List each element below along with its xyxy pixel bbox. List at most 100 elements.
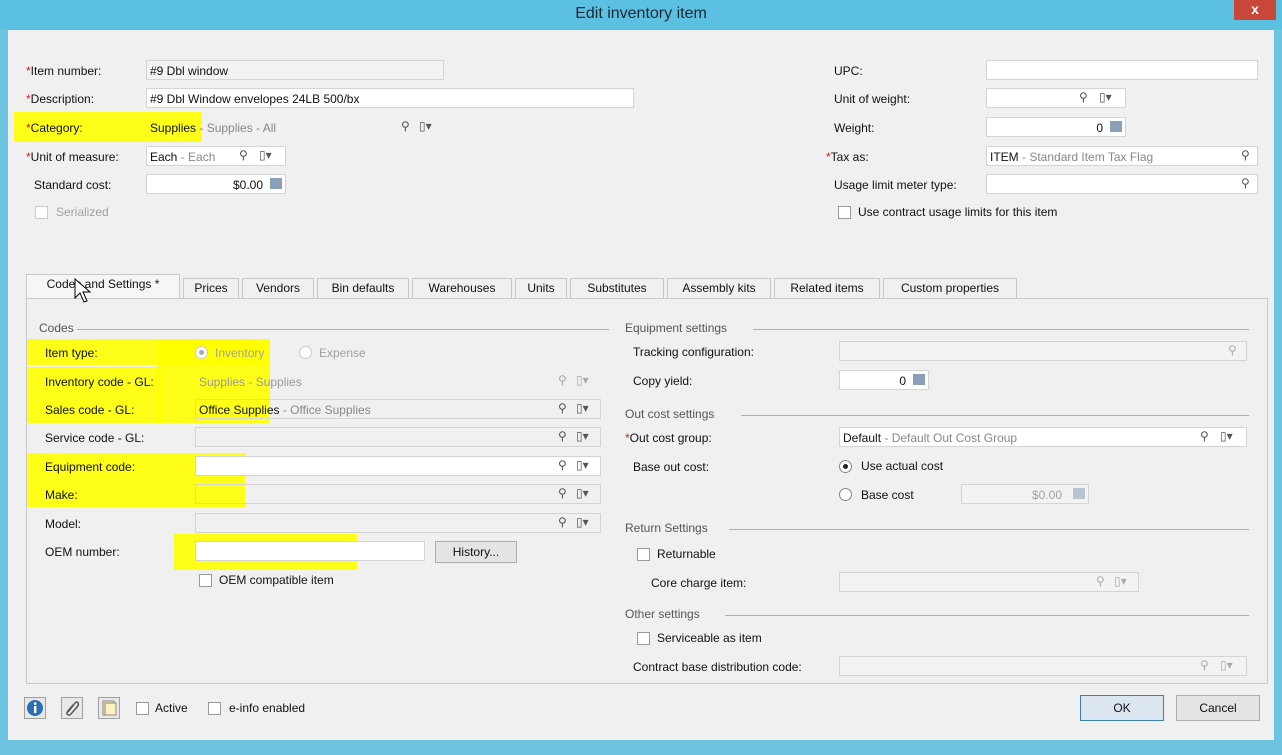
search-icon[interactable]: ⚲	[1096, 574, 1105, 588]
weight-field[interactable]: 0	[986, 117, 1126, 137]
base-out-cost-label: Base out cost:	[633, 460, 710, 474]
title-bar: Edit inventory item x	[0, 0, 1282, 30]
tab-assembly-kits[interactable]: Assembly kits	[667, 278, 771, 298]
details-icon[interactable]: ▯▾	[576, 373, 589, 387]
details-icon[interactable]: ▯▾	[1220, 658, 1233, 672]
details-icon[interactable]: ▯▾	[576, 429, 589, 443]
window-title: Edit inventory item	[575, 5, 707, 22]
search-icon[interactable]: ⚲	[1079, 90, 1088, 104]
tab-vendors[interactable]: Vendors	[242, 278, 314, 298]
search-icon[interactable]: ⚲	[1241, 176, 1250, 190]
out-cost-group-field[interactable]: Default - Default Out Cost Group ⚲ ▯▾	[839, 427, 1247, 447]
search-icon[interactable]: ⚲	[558, 515, 567, 529]
search-icon[interactable]: ⚲	[558, 429, 567, 443]
out-cost-group-label: Out cost settings	[625, 407, 715, 421]
tab-codes-and-settings[interactable]: Codes and Settings *	[26, 274, 180, 299]
details-icon[interactable]: ▯▾	[576, 458, 589, 472]
tab-related-items[interactable]: Related items	[774, 278, 880, 298]
search-icon[interactable]: ⚲	[401, 119, 410, 133]
base-cost-field[interactable]: $0.00	[961, 484, 1089, 504]
return-group-line	[729, 529, 1249, 530]
equipment-code-label: Equipment code:	[45, 460, 136, 474]
details-icon[interactable]: ▯▾	[1099, 90, 1112, 104]
search-icon[interactable]: ⚲	[1200, 429, 1209, 443]
active-checkbox[interactable]	[136, 702, 149, 715]
contract-dist-label: Contract base distribution code:	[633, 660, 802, 674]
details-icon[interactable]: ▯▾	[419, 119, 432, 133]
oem-compatible-label: OEM compatible item	[219, 573, 334, 587]
details-icon[interactable]: ▯▾	[576, 515, 589, 529]
einfo-checkbox[interactable]	[208, 702, 221, 715]
core-charge-field[interactable]: ⚲ ▯▾	[839, 572, 1139, 592]
close-button[interactable]: x	[1234, 0, 1276, 20]
details-icon[interactable]: ▯▾	[576, 486, 589, 500]
oem-compatible-checkbox[interactable]	[199, 574, 212, 587]
search-icon[interactable]: ⚲	[1241, 148, 1250, 162]
item-type-label: Item type:	[45, 346, 98, 360]
inventory-code-field[interactable]: Supplies - Supplies ⚲ ▯▾	[195, 371, 601, 391]
codes-group-line	[77, 329, 609, 330]
description-field[interactable]: #9 Dbl Window envelopes 24LB 500/bx	[146, 88, 634, 108]
equipment-code-field[interactable]: ⚲ ▯▾	[195, 456, 601, 476]
make-field[interactable]: ⚲ ▯▾	[195, 484, 601, 504]
unit-of-weight-field[interactable]: ⚲ ▯▾	[986, 88, 1126, 108]
category-field[interactable]: Supplies - Supplies - All ⚲ ▯▾	[146, 117, 444, 137]
calendar-icon[interactable]	[1073, 488, 1085, 499]
tab-units[interactable]: Units	[515, 278, 567, 298]
einfo-label: e-info enabled	[229, 701, 306, 715]
calendar-icon[interactable]	[270, 178, 282, 189]
returnable-checkbox[interactable]	[637, 548, 650, 561]
search-icon[interactable]: ⚲	[558, 373, 567, 387]
inventory-radio[interactable]	[195, 346, 208, 359]
upc-field[interactable]	[986, 60, 1258, 80]
sales-code-field[interactable]: Office Supplies - Office Supplies ⚲ ▯▾	[195, 399, 601, 419]
tab-substitutes[interactable]: Substitutes	[570, 278, 664, 298]
search-icon[interactable]: ⚲	[1228, 343, 1237, 357]
unit-of-weight-label: Unit of weight:	[834, 92, 911, 106]
tax-as-field[interactable]: ITEM - Standard Item Tax Flag ⚲	[986, 146, 1258, 166]
tab-warehouses[interactable]: Warehouses	[412, 278, 512, 298]
contract-usage-checkbox[interactable]	[838, 206, 851, 219]
calendar-icon[interactable]	[913, 374, 925, 385]
details-icon[interactable]: ▯▾	[259, 148, 272, 162]
tab-bin-defaults[interactable]: Bin defaults	[317, 278, 409, 298]
notes-icon[interactable]	[98, 697, 120, 719]
serviceable-checkbox[interactable]	[637, 632, 650, 645]
search-icon[interactable]: ⚲	[558, 486, 567, 500]
search-icon[interactable]: ⚲	[558, 401, 567, 415]
serialized-checkbox[interactable]	[35, 206, 48, 219]
details-icon[interactable]: ▯▾	[576, 401, 589, 415]
base-cost-label: Base cost	[861, 488, 914, 502]
model-field[interactable]: ⚲ ▯▾	[195, 513, 601, 533]
copy-yield-field[interactable]: 0	[839, 370, 929, 390]
details-icon[interactable]: ▯▾	[1220, 429, 1233, 443]
tab-prices[interactable]: Prices	[183, 278, 239, 298]
base-cost-radio[interactable]	[839, 488, 852, 501]
usage-limit-field[interactable]: ⚲	[986, 174, 1258, 194]
expense-option-label: Expense	[319, 346, 366, 360]
standard-cost-field[interactable]: $0.00	[146, 174, 286, 194]
history-button[interactable]: History...	[435, 541, 517, 563]
cancel-button[interactable]: Cancel	[1176, 695, 1260, 721]
info-icon[interactable]	[24, 697, 46, 719]
attachment-icon[interactable]	[61, 697, 83, 719]
tracking-field[interactable]: ⚲	[839, 341, 1247, 361]
ok-button[interactable]: OK	[1080, 695, 1164, 721]
service-code-field[interactable]: ⚲ ▯▾	[195, 427, 601, 447]
expense-radio[interactable]	[299, 346, 312, 359]
calendar-icon[interactable]	[1110, 121, 1122, 132]
item-number-field[interactable]: #9 Dbl window	[146, 60, 444, 80]
search-icon[interactable]: ⚲	[1200, 658, 1209, 672]
use-actual-cost-radio[interactable]	[839, 460, 852, 473]
other-group-line	[725, 615, 1249, 616]
search-icon[interactable]: ⚲	[558, 458, 567, 472]
details-icon[interactable]: ▯▾	[1114, 574, 1127, 588]
sales-code-label: Sales code - GL:	[45, 403, 135, 417]
tab-custom-properties[interactable]: Custom properties	[883, 278, 1017, 298]
uom-field[interactable]: Each - Each ⚲ ▯▾	[146, 146, 286, 166]
search-icon[interactable]: ⚲	[239, 148, 248, 162]
contract-dist-field[interactable]: ⚲ ▯▾	[839, 656, 1247, 676]
codes-settings-panel: Codes Item type: Inventory Expense Inven…	[26, 298, 1268, 684]
oem-number-field[interactable]	[195, 541, 425, 561]
standard-cost-label: Standard cost:	[34, 178, 112, 192]
